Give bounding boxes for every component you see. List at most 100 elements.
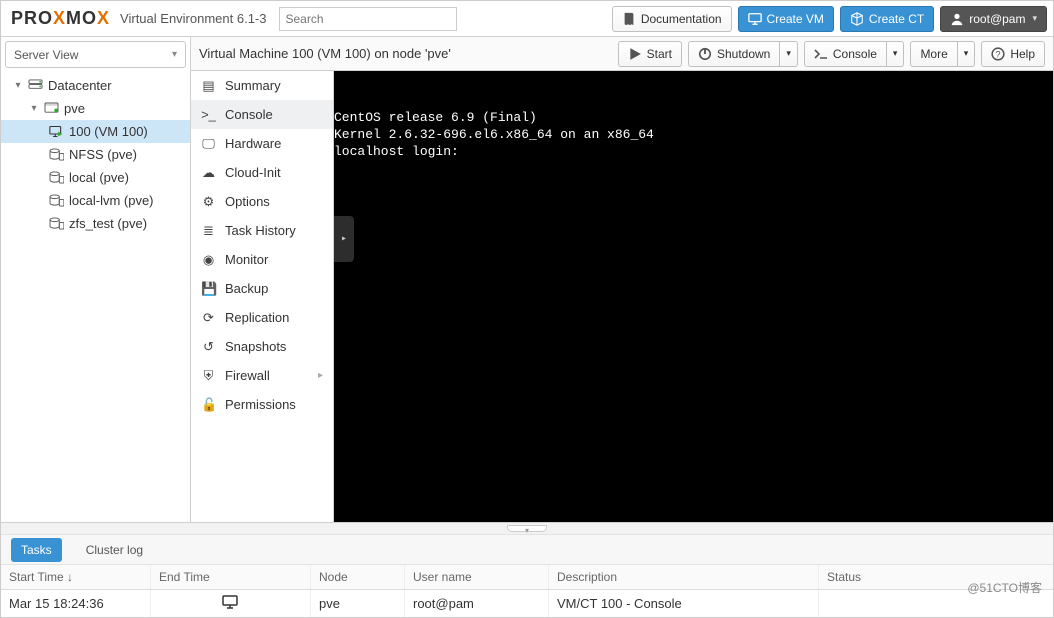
more-dropdown[interactable]: ▾ [958, 41, 976, 67]
col-node[interactable]: Node [311, 565, 405, 589]
user-menu-button[interactable]: root@pam ▾ [940, 6, 1047, 32]
documentation-button[interactable]: Documentation [612, 6, 732, 32]
cell-node: pve [311, 590, 405, 617]
menu-cloud-init[interactable]: ☁Cloud-Init [191, 158, 333, 187]
play-icon [628, 47, 642, 61]
log-tabstrip: Tasks Cluster log [1, 535, 1053, 565]
log-collapser[interactable]: ▾ [1, 523, 1053, 535]
tree-storage[interactable]: NFSS (pve) [1, 143, 190, 166]
chevron-down-icon: ▾ [893, 48, 898, 59]
power-icon [698, 47, 712, 61]
cell-user: root@pam [405, 590, 549, 617]
menu-task-history[interactable]: ≣Task History [191, 216, 333, 245]
collapse-icon: ▾ [29, 103, 39, 114]
chevron-down-icon: ▾ [786, 48, 791, 59]
col-end-time[interactable]: End Time [151, 565, 311, 589]
version-label: Virtual Environment 6.1-3 [120, 11, 266, 26]
start-button[interactable]: Start [618, 41, 682, 67]
cloud-icon: ☁ [201, 165, 216, 181]
task-row[interactable]: Mar 15 18:24:36 pve root@pam VM/CT 100 -… [1, 590, 1053, 617]
main-area: Server View ▾ ▾ Datacenter ▾ pve 100 (VM… [1, 37, 1053, 522]
book-icon [622, 12, 636, 26]
history-icon: ↺ [201, 339, 216, 355]
shield-icon: ⛨ [201, 368, 216, 384]
vm-side-menu: ▤Summary >_Console 🖵Hardware ☁Cloud-Init… [191, 71, 334, 522]
cell-end-running [151, 590, 311, 617]
content-panel: Virtual Machine 100 (VM 100) on node 'pv… [191, 37, 1053, 522]
terminal-icon [814, 47, 828, 61]
create-ct-button[interactable]: Create CT [840, 6, 934, 32]
chevron-down-icon: ▾ [172, 49, 177, 60]
create-vm-button[interactable]: Create VM [738, 6, 834, 32]
server-icon [44, 102, 59, 115]
tree-storage[interactable]: zfs_test (pve) [1, 212, 190, 235]
proxmox-logo: PROXMOX [7, 8, 110, 29]
brand-text: PROXMOX [11, 8, 110, 29]
user-icon [950, 12, 964, 26]
storage-icon [49, 217, 64, 230]
col-start-time[interactable]: Start Time ↓ [1, 565, 151, 589]
view-selector[interactable]: Server View ▾ [5, 41, 186, 68]
console-line: Kernel 2.6.32-696.el6.x86_64 on an x86_6… [334, 126, 1053, 143]
tree-storage[interactable]: local (pve) [1, 166, 190, 189]
console-button-group: Console ▾ [804, 41, 905, 67]
tree-storage[interactable]: local-lvm (pve) [1, 189, 190, 212]
log-columns: Start Time ↓ End Time Node User name Des… [1, 565, 1053, 590]
vm-body: ▤Summary >_Console 🖵Hardware ☁Cloud-Init… [191, 71, 1053, 522]
menu-monitor[interactable]: ◉Monitor [191, 245, 333, 274]
collapse-icon: ▾ [13, 80, 23, 91]
vm-title: Virtual Machine 100 (VM 100) on node 'pv… [199, 46, 612, 61]
sort-down-icon: ↓ [67, 570, 73, 584]
book-icon: ▤ [201, 78, 216, 94]
chevron-down-icon: ▾ [964, 48, 969, 59]
monitor-icon [748, 12, 762, 26]
eye-icon: ◉ [201, 252, 216, 268]
menu-backup[interactable]: 💾Backup [191, 274, 333, 303]
terminal-icon: >_ [201, 107, 216, 122]
menu-console[interactable]: >_Console [191, 100, 333, 129]
save-icon: 💾 [201, 281, 216, 297]
tree-vm-100[interactable]: 100 (VM 100) [1, 120, 190, 143]
menu-firewall[interactable]: ⛨Firewall▸ [191, 361, 333, 390]
menu-summary[interactable]: ▤Summary [191, 71, 333, 100]
menu-hardware[interactable]: 🖵Hardware [191, 129, 333, 158]
monitor-icon: 🖵 [201, 136, 216, 152]
datacenter-icon [28, 79, 43, 92]
shutdown-button[interactable]: Shutdown [688, 41, 780, 67]
search-input[interactable] [279, 7, 457, 31]
menu-permissions[interactable]: 🔓Permissions [191, 390, 333, 419]
vnc-console[interactable]: ▸ CentOS release 6.9 (Final) Kernel 2.6.… [334, 71, 1053, 522]
tree-datacenter[interactable]: ▾ Datacenter [1, 74, 190, 97]
more-button[interactable]: More [910, 41, 957, 67]
help-icon: ? [991, 47, 1005, 61]
tree-node-pve[interactable]: ▾ pve [1, 97, 190, 120]
more-button-group: More ▾ [910, 41, 975, 67]
shutdown-dropdown[interactable]: ▾ [780, 41, 798, 67]
col-user[interactable]: User name [405, 565, 549, 589]
tab-tasks[interactable]: Tasks [11, 538, 62, 562]
col-description[interactable]: Description [549, 565, 819, 589]
resource-tree-panel: Server View ▾ ▾ Datacenter ▾ pve 100 (VM… [1, 37, 191, 522]
menu-options[interactable]: ⚙Options [191, 187, 333, 216]
menu-replication[interactable]: ⟳Replication [191, 303, 333, 332]
shutdown-button-group: Shutdown ▾ [688, 41, 798, 67]
chevron-right-icon: ▸ [318, 370, 323, 381]
tab-cluster-log[interactable]: Cluster log [76, 538, 153, 562]
storage-icon [49, 171, 64, 184]
cube-icon [850, 12, 864, 26]
col-status[interactable]: Status [819, 565, 1053, 589]
vm-running-icon [49, 125, 64, 138]
cell-desc: VM/CT 100 - Console [549, 590, 819, 617]
resource-tree: ▾ Datacenter ▾ pve 100 (VM 100) NFSS (pv… [1, 68, 190, 522]
cell-status [819, 590, 1053, 617]
top-bar: PROXMOX Virtual Environment 6.1-3 Docume… [1, 1, 1053, 37]
console-button[interactable]: Console [804, 41, 887, 67]
cell-start: Mar 15 18:24:36 [1, 590, 151, 617]
grip-icon: ▾ [507, 525, 547, 532]
console-toolbar-toggle[interactable]: ▸ [334, 216, 354, 262]
menu-snapshots[interactable]: ↺Snapshots [191, 332, 333, 361]
storage-icon [49, 148, 64, 161]
help-button[interactable]: ? Help [981, 41, 1045, 67]
console-dropdown[interactable]: ▾ [887, 41, 905, 67]
gear-icon: ⚙ [201, 194, 216, 210]
